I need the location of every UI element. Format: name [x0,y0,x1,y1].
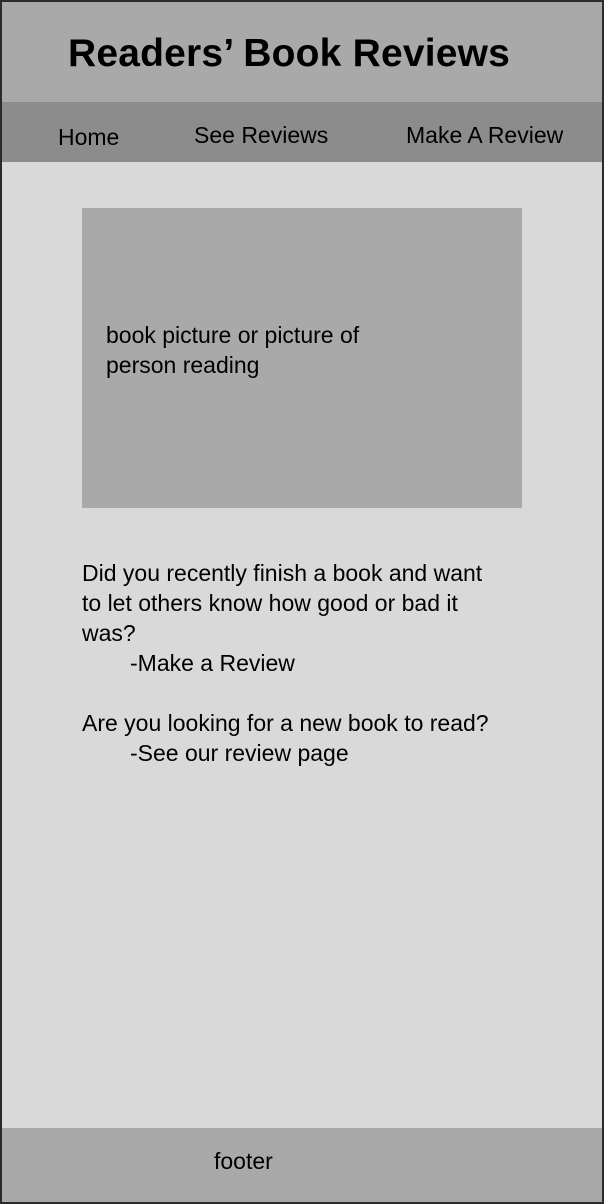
main-nav: Home See Reviews Make A Review [2,102,602,162]
make-review-link[interactable]: -Make a Review [82,648,502,678]
nav-item-make-review[interactable]: Make A Review [406,122,563,149]
nav-item-see-reviews[interactable]: See Reviews [194,122,328,149]
hero-placeholder-text: book picture or picture of person readin… [106,322,360,378]
intro-section: Did you recently finish a book and want … [82,558,502,768]
site-footer: footer [2,1128,602,1202]
page-frame: Readers’ Book Reviews Home See Reviews M… [0,0,604,1204]
site-title: Readers’ Book Reviews [68,32,511,75]
see-reviews-link[interactable]: -See our review page [82,738,502,768]
hero-image-placeholder: book picture or picture of person readin… [82,208,522,508]
footer-label: footer [214,1148,273,1174]
intro-question-find-book: Are you looking for a new book to read? [82,710,489,736]
intro-question-review: Did you recently finish a book and want … [82,560,483,646]
site-header: Readers’ Book Reviews [2,2,602,102]
nav-item-home[interactable]: Home [58,124,119,151]
